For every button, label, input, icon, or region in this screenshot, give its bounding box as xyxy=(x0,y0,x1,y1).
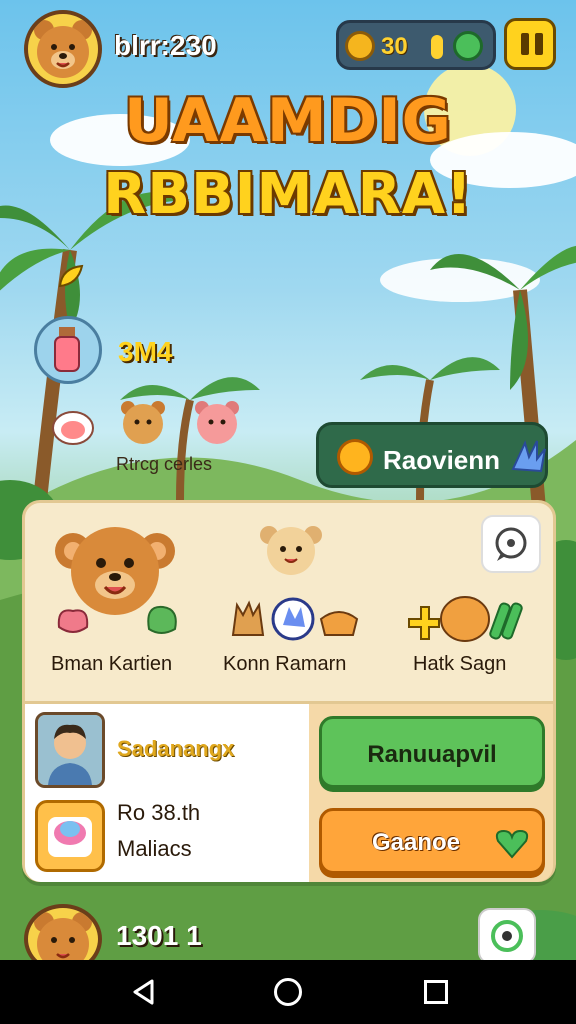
profile-name: Sadanangx xyxy=(117,736,235,761)
character-selection: Bman Kartien Konn Ramarn Hatk Sagn xyxy=(25,503,553,701)
cub-character-icon[interactable] xyxy=(257,519,325,581)
player-name: blrr:230 xyxy=(114,30,217,61)
coin-icon xyxy=(345,31,375,61)
pause-button[interactable] xyxy=(504,18,556,70)
leaf-icon xyxy=(58,264,84,288)
currency-bar: 30 xyxy=(336,20,496,70)
home-icon[interactable] xyxy=(274,978,302,1006)
player-stat-label: Maliacs xyxy=(117,836,192,861)
system-nav-bar xyxy=(0,960,576,1024)
cake-icon xyxy=(48,817,92,857)
bear-face-icon xyxy=(34,20,92,78)
player-info: Sadanangx Ro 38.th Maliacs xyxy=(25,704,309,882)
main-panel: Bman Kartien Konn Ramarn Hatk Sagn Sadan… xyxy=(22,500,556,882)
chat-button[interactable] xyxy=(481,515,541,573)
recent-icon[interactable] xyxy=(424,980,448,1004)
coin-count: 30 xyxy=(381,33,408,60)
hand-icon xyxy=(511,440,546,473)
back-icon[interactable] xyxy=(130,978,158,1006)
chat-icon xyxy=(495,527,527,561)
friends-bears-icon xyxy=(121,401,239,444)
energy-icon[interactable] xyxy=(453,31,483,61)
heart-icon xyxy=(495,829,529,859)
target-icon xyxy=(491,920,523,952)
profile-picture[interactable] xyxy=(35,712,105,788)
pig-items-icon xyxy=(408,596,523,642)
gem-icon xyxy=(431,35,443,59)
friends-label: Rtrcg cerles xyxy=(116,454,213,474)
pause-icon xyxy=(521,33,529,55)
settings-button[interactable] xyxy=(478,908,536,964)
potion-button[interactable] xyxy=(34,316,102,384)
character-label-2: Konn Ramarn xyxy=(223,653,347,675)
bear-items-icon xyxy=(57,605,177,634)
meat-icon xyxy=(52,411,94,445)
sun-icon xyxy=(337,439,373,475)
game-button-label: Gaanoe xyxy=(372,829,461,856)
score-text: 3M4 xyxy=(118,336,173,367)
random-button-label: Raovienn xyxy=(383,445,501,475)
character-label-1: Bman Kartien xyxy=(51,653,173,675)
potion-icon xyxy=(54,327,80,372)
player-avatar[interactable] xyxy=(24,10,102,88)
player-stat: Ro 38.th xyxy=(117,800,201,825)
action-area: Ranuuapvil Gaanoe xyxy=(309,704,553,882)
character-label-3: Hatk Sagn xyxy=(413,653,507,675)
person-avatar-icon xyxy=(38,715,102,785)
cub-items-icon xyxy=(231,597,359,641)
play-button[interactable]: Ranuuapvil xyxy=(319,716,545,788)
random-button[interactable]: Raovienn xyxy=(316,422,548,488)
player-section: Sadanangx Ro 38.th Maliacs Ranuuapvil Ga… xyxy=(25,701,553,882)
play-button-label: Ranuuapvil xyxy=(367,741,497,768)
bottom-score: 1301 1 xyxy=(116,920,202,951)
game-title-line2: RBBIMARA! xyxy=(103,162,473,227)
game-title-line1: UAAMDIG xyxy=(124,86,452,156)
game-button[interactable]: Gaanoe xyxy=(319,808,545,874)
item-slot[interactable] xyxy=(35,800,105,872)
